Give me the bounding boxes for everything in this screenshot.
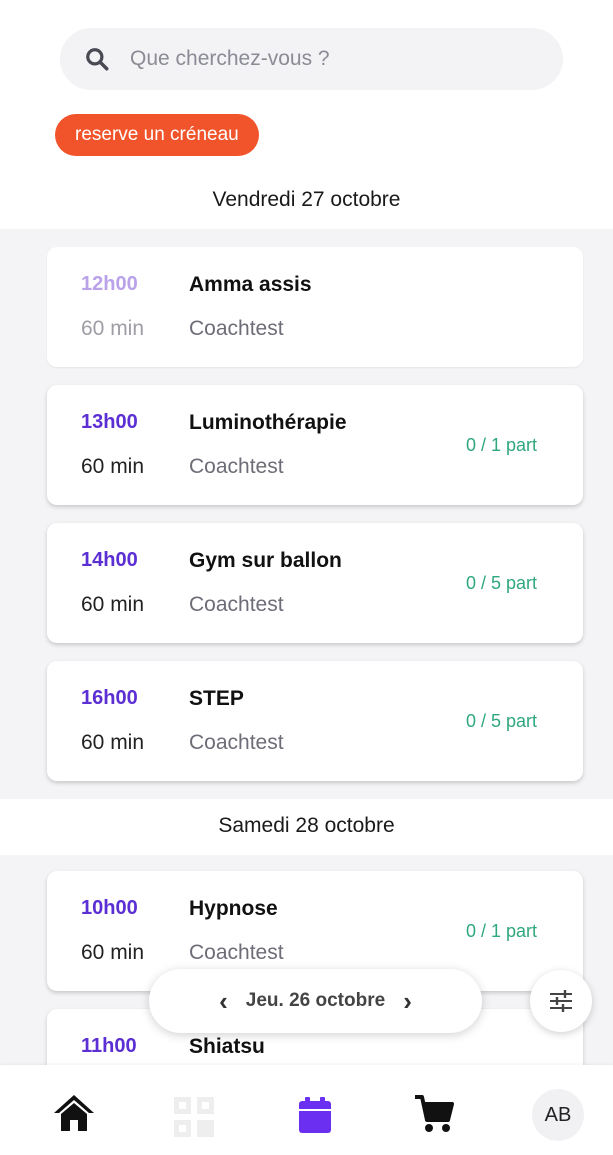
nav-cart[interactable]: [413, 1093, 455, 1140]
filter-button[interactable]: [530, 970, 592, 1032]
day-header-saturday: Samedi 28 octobre: [0, 799, 613, 855]
calendar-icon: [299, 1097, 331, 1133]
search-bar[interactable]: [60, 28, 563, 90]
nav-home[interactable]: [52, 1093, 96, 1138]
session-title: Hypnose: [189, 897, 278, 920]
session-card[interactable]: 13h00 60 min Luminothérapie Coachtest 0 …: [47, 385, 583, 505]
session-coach: Coachtest: [189, 455, 284, 478]
session-capacity: 0 / 5 part: [465, 573, 537, 593]
next-day-button[interactable]: ›: [403, 986, 412, 1017]
session-duration: 60 min: [81, 593, 145, 616]
previous-day-button[interactable]: ‹: [219, 986, 228, 1017]
session-time: 16h00: [81, 687, 138, 709]
user-avatar[interactable]: AB: [532, 1089, 584, 1141]
session-time: 10h00: [81, 897, 138, 919]
session-duration: 60 min: [81, 455, 145, 478]
session-title: Gym sur ballon: [189, 549, 342, 572]
date-navigator: ‹ Jeu. 26 octobre ›: [149, 969, 482, 1033]
session-title: STEP: [189, 687, 244, 710]
session-duration: 60 min: [81, 941, 145, 964]
cart-icon: [415, 1095, 454, 1132]
session-coach: Coachtest: [189, 317, 284, 340]
session-time: 13h00: [81, 411, 138, 433]
search-icon: [86, 48, 109, 71]
session-title: Shiatsu: [189, 1035, 265, 1058]
session-card[interactable]: 16h00 60 min STEP Coachtest 0 / 5 part: [47, 661, 583, 781]
session-capacity: 0 / 1 part: [465, 921, 537, 941]
session-duration: 60 min: [81, 317, 145, 340]
nav-qr-code[interactable]: [172, 1095, 216, 1144]
session-time: 12h00: [81, 273, 138, 295]
session-capacity: 0 / 5 part: [465, 711, 537, 731]
filter-sliders-icon: [550, 990, 572, 1012]
session-title: Luminothérapie: [189, 411, 347, 434]
day-header-friday: Vendredi 27 octobre: [0, 183, 613, 229]
session-coach: Coachtest: [189, 941, 284, 964]
bottom-navigation: AB: [0, 1065, 613, 1155]
reserve-slot-button[interactable]: reserve un créneau: [55, 114, 259, 156]
home-icon: [54, 1095, 94, 1131]
session-title: Amma assis: [189, 273, 312, 296]
session-time: 11h00: [81, 1035, 137, 1057]
search-input[interactable]: [128, 46, 512, 72]
nav-calendar[interactable]: [297, 1095, 333, 1140]
session-card[interactable]: 12h00 60 min Amma assis Coachtest: [47, 247, 583, 367]
session-duration: 60 min: [81, 731, 145, 754]
session-card[interactable]: 14h00 60 min Gym sur ballon Coachtest 0 …: [47, 523, 583, 643]
session-coach: Coachtest: [189, 731, 284, 754]
qr-code-icon: [174, 1097, 214, 1137]
session-time: 14h00: [81, 549, 138, 571]
session-coach: Coachtest: [189, 593, 284, 616]
current-date-label[interactable]: Jeu. 26 octobre: [246, 990, 385, 1012]
session-capacity: 0 / 1 part: [465, 435, 537, 455]
